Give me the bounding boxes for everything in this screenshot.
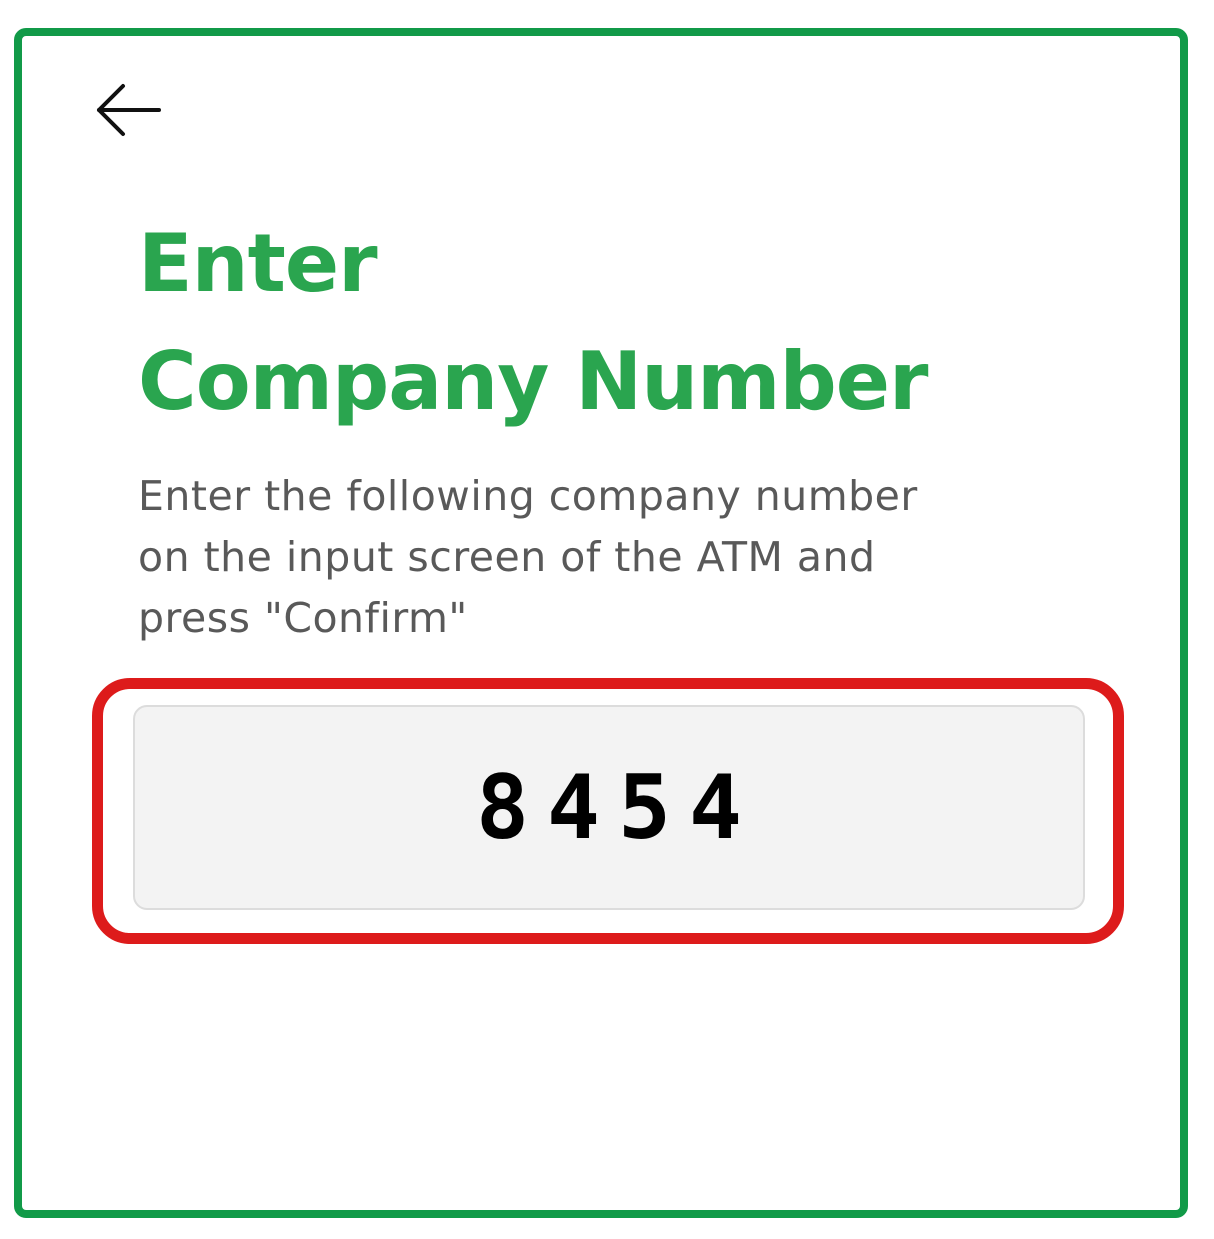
instruction-line-2: on the input screen of the ATM and (138, 533, 876, 581)
page-title-line-2: Company Number (138, 335, 928, 428)
arrow-left-icon (97, 84, 161, 136)
back-button[interactable] (88, 70, 168, 150)
company-number-value: 8454 (476, 756, 760, 859)
instruction-line-3: press "Confirm" (138, 594, 468, 642)
page-title-line-1: Enter (138, 217, 378, 310)
company-number-box: 8454 (133, 705, 1085, 910)
instruction-line-1: Enter the following company number (138, 472, 918, 520)
page-title: Enter Company Number (138, 205, 928, 441)
instruction-text: Enter the following company number on th… (138, 466, 1038, 649)
